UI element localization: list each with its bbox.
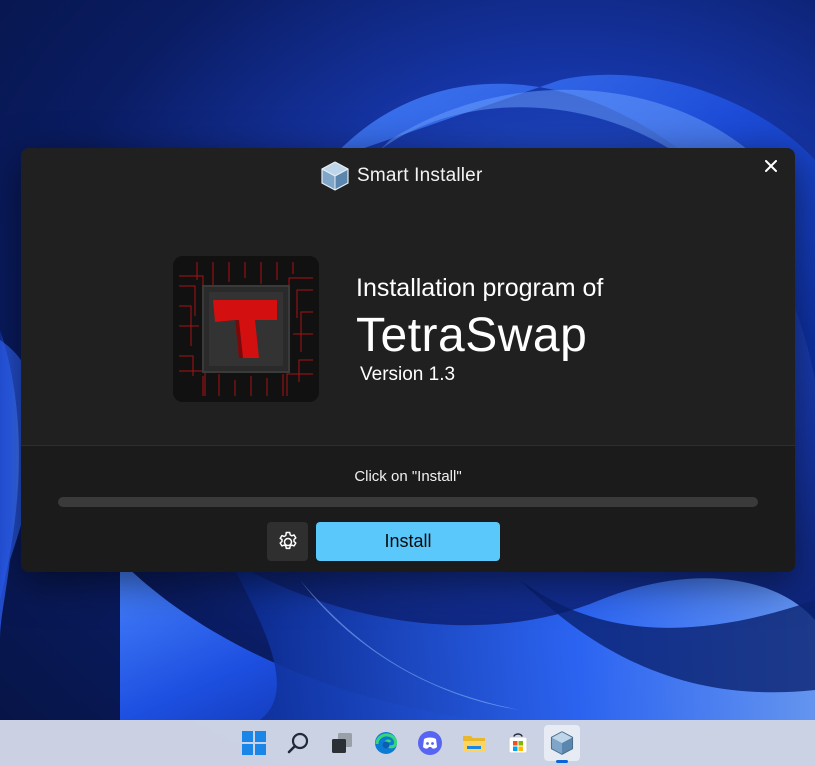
gear-icon <box>278 531 297 549</box>
windows-start-icon <box>242 731 266 755</box>
discord-button[interactable] <box>412 725 448 761</box>
file-explorer-button[interactable] <box>456 725 492 761</box>
install-button[interactable]: Install <box>316 522 500 561</box>
status-text: Click on "Install" <box>354 468 462 485</box>
product-name: TetraSwap <box>356 309 588 362</box>
settings-button[interactable] <box>267 522 308 561</box>
task-view-button[interactable] <box>324 725 360 761</box>
microsoft-store-button[interactable] <box>500 725 536 761</box>
installer-footer: Click on "Install" Install <box>21 445 795 572</box>
smart-installer-icon <box>550 731 574 755</box>
title-bar[interactable]: Smart Installer <box>21 148 795 204</box>
close-icon <box>765 160 777 172</box>
window-title: Smart Installer <box>357 165 483 186</box>
search-icon <box>287 732 309 754</box>
install-heading: Installation program of <box>356 274 604 302</box>
discord-icon <box>418 731 442 755</box>
version-label: Version 1.3 <box>360 364 456 385</box>
search-button[interactable] <box>280 725 316 761</box>
close-button[interactable] <box>757 152 785 180</box>
window-title-group: Smart Installer <box>319 160 482 192</box>
progress-bar <box>58 497 758 507</box>
windows-start-button[interactable] <box>236 725 272 761</box>
taskbar <box>0 720 815 766</box>
installer-content: Installation program of TetraSwap Versio… <box>21 204 795 445</box>
installer-window: Smart Installer Installation program of … <box>21 148 795 572</box>
tetraswap-logo <box>173 256 319 402</box>
edge-button[interactable] <box>368 725 404 761</box>
microsoft-store-icon <box>508 733 528 754</box>
edge-icon <box>375 732 398 754</box>
task-view-icon <box>332 733 352 753</box>
box-icon <box>321 161 349 191</box>
file-explorer-icon <box>463 736 485 752</box>
smart-installer-taskbar-button[interactable] <box>544 725 580 763</box>
